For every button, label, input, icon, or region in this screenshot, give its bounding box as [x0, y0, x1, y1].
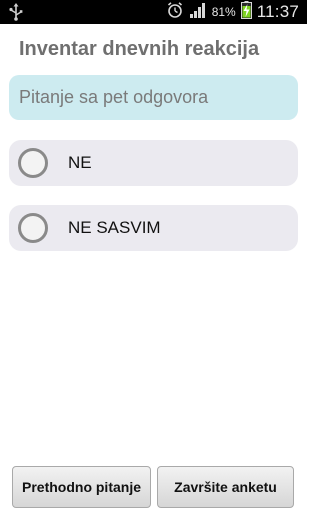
- question-box: Pitanje sa pet odgovora: [9, 75, 298, 120]
- finish-survey-button[interactable]: Završite anketu: [157, 466, 294, 508]
- signal-icon: [189, 1, 207, 24]
- previous-question-button[interactable]: Prethodno pitanje: [12, 466, 151, 508]
- answer-label: NE SASVIM: [68, 218, 161, 237]
- battery-charging-icon: [240, 0, 252, 24]
- alarm-icon: [166, 1, 184, 24]
- usb-icon: [8, 3, 24, 21]
- status-bar: 81% 11:37: [0, 0, 307, 24]
- status-time: 11:37: [256, 2, 299, 21]
- battery-percent: 81%: [211, 5, 236, 19]
- answer-option-ne[interactable]: NE: [9, 140, 298, 186]
- radio-button-icon[interactable]: [18, 148, 48, 178]
- answer-option-ne-sasvim[interactable]: NE SASVIM: [9, 205, 298, 251]
- page-title: Inventar dnevnih reakcija: [19, 38, 260, 60]
- answer-label: NE: [68, 153, 92, 172]
- radio-button-icon[interactable]: [18, 213, 48, 243]
- question-text: Pitanje sa pet odgovora: [19, 87, 209, 107]
